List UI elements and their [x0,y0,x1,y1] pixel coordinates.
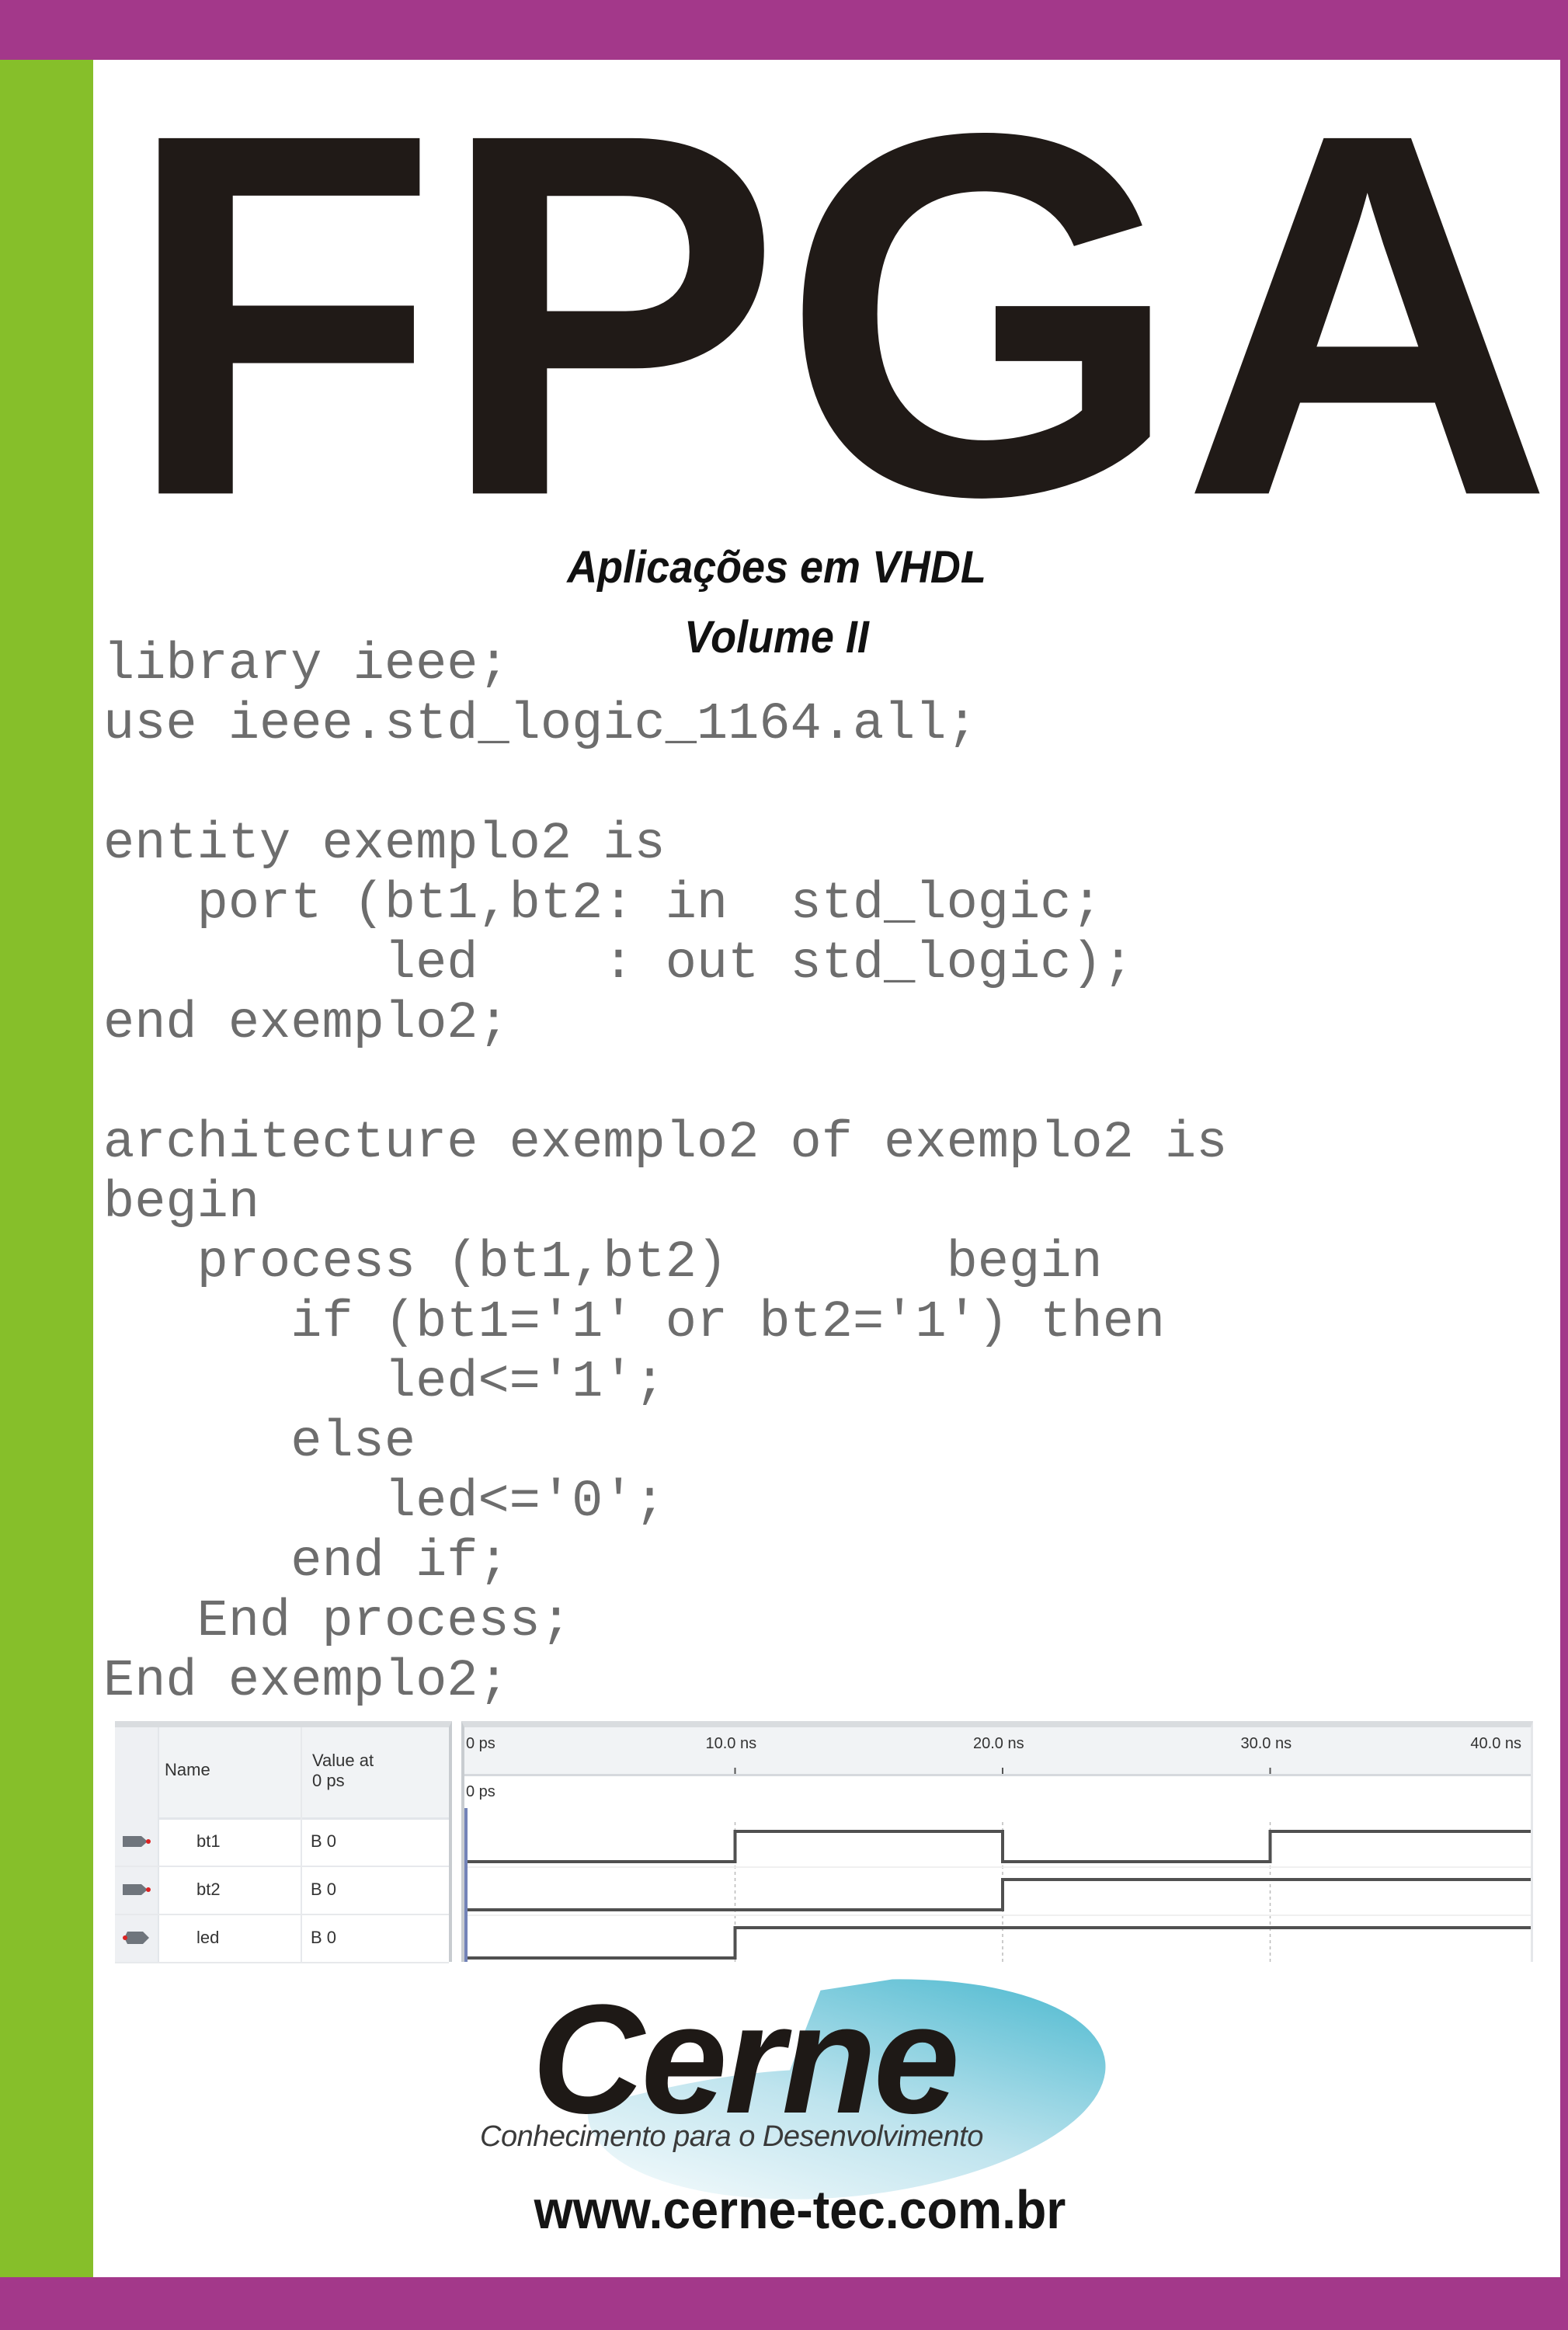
cover-title-text: FPGA [124,85,1553,551]
subtitle-line-1: Aplicações em VHDL [567,542,986,593]
publisher-logo: Cerne Conhecimento para o Desenvolviment… [466,1973,1149,2206]
waveform-trace-bt1 [468,1830,1531,1863]
code-line: entity exemplo2 is [103,815,666,874]
logo-wordmark: Cerne [532,1973,960,2146]
signal-row[interactable]: bt2 B 0 [115,1867,449,1915]
spine-green-band [0,60,93,2277]
signal-name: led [196,1928,220,1947]
bottom-purple-band [0,2277,1568,2330]
cover-title: FPGA [116,26,1561,603]
code-line: process (bt1,bt2) begin [103,1233,1103,1292]
code-line: end exemplo2; [103,994,509,1053]
input-pin-icon [123,1884,151,1895]
waveform-traces [464,1768,1531,1962]
signal-row[interactable]: led B 0 [115,1915,449,1963]
signal-value: B 0 [311,1880,337,1899]
code-line: library ieee; [103,635,509,694]
signal-name: bt1 [196,1831,221,1851]
code-line: else [103,1413,416,1472]
right-purple-band [1560,0,1568,2330]
column-header-name: Name [165,1760,210,1779]
code-line: End process; [103,1592,572,1651]
signal-value: B 0 [311,1831,337,1851]
waveform-trace-led [468,1926,1531,1960]
code-line: architecture exemplo2 of exemplo2 is [103,1114,1228,1173]
signal-name: bt2 [196,1880,221,1899]
code-line: End exemplo2; [103,1652,509,1711]
column-header-value: Value at 0 ps [312,1751,374,1790]
vhdl-code-listing: library ieee; use ieee.std_logic_1164.all… [103,635,1227,1712]
code-line: led : out std_logic); [103,934,1134,993]
signal-row[interactable]: bt1 B 0 [115,1819,449,1867]
output-pin-icon [123,1932,149,1944]
signal-value: B 0 [311,1928,337,1947]
input-pin-icon [123,1836,151,1847]
code-line: begin [103,1174,260,1233]
top-purple-band [0,0,1568,60]
code-line: use ieee.std_logic_1164.all; [103,695,978,754]
code-line: led<='1'; [103,1353,666,1412]
waveform-trace-bt2 [468,1878,1531,1911]
code-line: port (bt1,bt2: in std_logic; [103,875,1103,934]
waveform-view: 0 ps 10.0 ns 20.0 ns 30.0 ns 40.0 ns 0 ps [461,1721,1533,1962]
code-line: end if; [103,1532,509,1591]
waveform-simulation-panel: Name Value at 0 ps bt1 B 0 bt2 B 0 led B 0 0 … [115,1721,1533,1970]
code-line: if (bt1='1' or bt2='1') then [103,1293,1166,1352]
publisher-url[interactable]: www.cerne-tec.com.br [464,2179,1136,2241]
code-line: led<='0'; [103,1473,666,1532]
logo-tagline: Conhecimento para o Desenvolvimento [480,2120,983,2153]
signal-table: Name Value at 0 ps bt1 B 0 bt2 B 0 led B 0 [115,1721,452,1963]
time-cursor[interactable] [464,1808,468,1962]
